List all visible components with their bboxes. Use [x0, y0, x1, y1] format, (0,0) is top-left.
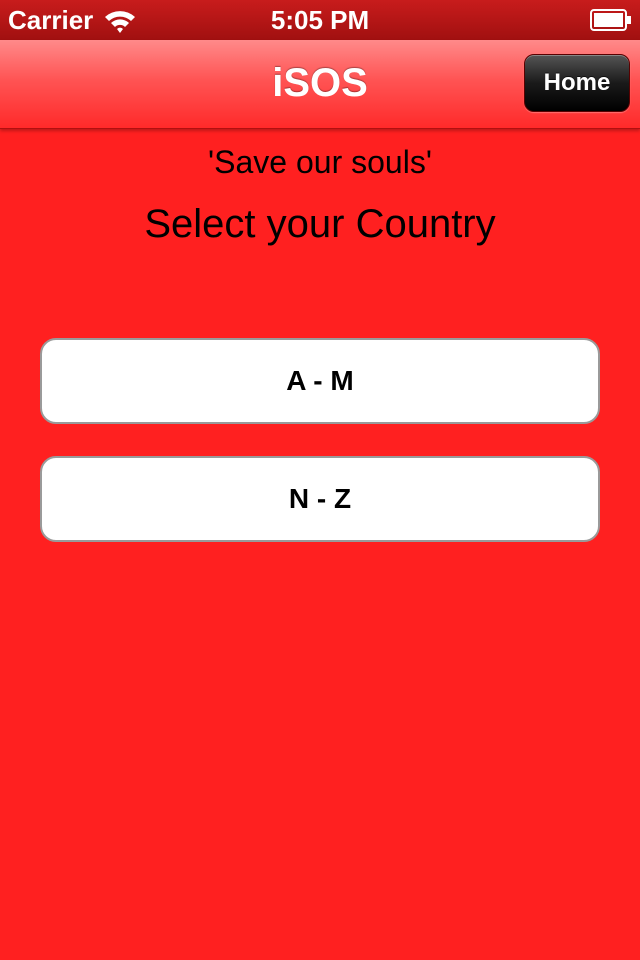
- status-bar: Carrier 5:05 PM: [0, 0, 640, 40]
- tagline: 'Save our souls': [208, 144, 432, 180]
- countries-a-m-button[interactable]: A - M: [40, 338, 600, 424]
- battery-icon: [590, 9, 631, 31]
- countries-n-z-button[interactable]: N - Z: [40, 456, 600, 542]
- status-time: 5:05 PM: [270, 5, 370, 35]
- navigation-bar: iSOS Home: [0, 40, 640, 129]
- page-heading: Select your Country: [144, 202, 496, 246]
- home-button[interactable]: Home: [524, 54, 630, 112]
